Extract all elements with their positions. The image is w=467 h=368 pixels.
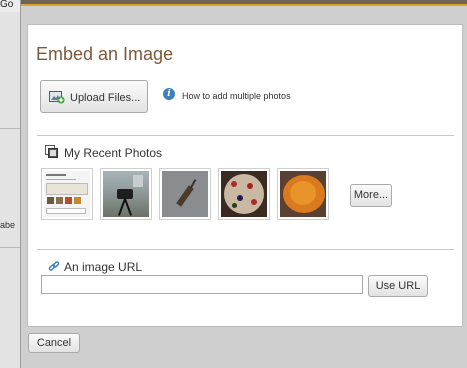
background-page: [0, 12, 20, 368]
background-side-text: abe: [0, 220, 16, 230]
photo-thumbnail[interactable]: [41, 168, 93, 220]
image-url-input[interactable]: [41, 275, 363, 294]
upload-files-label: Upload Files...: [70, 92, 141, 104]
link-icon: [48, 261, 60, 276]
dialog-title: Embed an Image: [36, 44, 174, 64]
use-url-button[interactable]: Use URL: [368, 275, 428, 297]
photo-thumbnail[interactable]: [277, 168, 329, 220]
cancel-button[interactable]: Cancel: [28, 333, 80, 353]
photos-icon: [45, 145, 59, 159]
photo-thumbnail[interactable]: [100, 168, 152, 220]
photo-thumbnail[interactable]: [218, 168, 270, 220]
background-divider: [0, 247, 20, 248]
embed-image-dialog: Embed an Image Upload Files... i How to …: [20, 0, 467, 368]
dialog-content: Embed an Image Upload Files... i How to …: [27, 24, 463, 327]
section-divider: [37, 135, 454, 136]
more-photos-button[interactable]: More...: [350, 184, 392, 207]
upload-files-button[interactable]: Upload Files...: [40, 80, 148, 113]
info-icon: i: [163, 88, 175, 100]
recent-photos-heading: My Recent Photos: [64, 146, 163, 160]
section-divider: [37, 249, 454, 250]
help-link-multiple-photos[interactable]: How to add multiple photos: [182, 91, 291, 101]
photo-thumbnail[interactable]: [159, 168, 211, 220]
background-divider: [0, 128, 20, 129]
dialog-accent-line: [21, 4, 467, 6]
upload-icon: [49, 90, 65, 104]
background-go-text: Go: [0, 0, 14, 10]
image-url-heading: An image URL: [64, 260, 143, 274]
